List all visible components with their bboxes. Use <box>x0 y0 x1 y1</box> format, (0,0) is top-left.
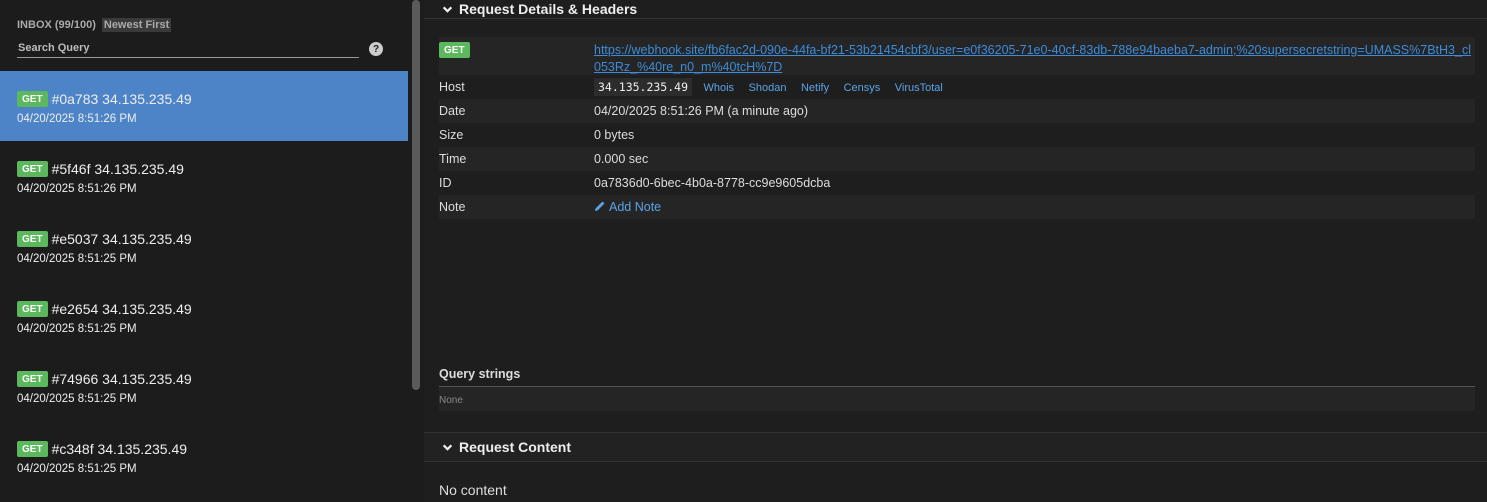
id-row: ID 0a7836d0-6bec-4b0a-8778-cc9e9605dcba <box>439 171 1475 195</box>
sort-order-button[interactable]: Newest First <box>101 18 172 32</box>
content-section-title: Request Content <box>459 439 571 455</box>
request-item[interactable]: GET #5f46f 34.135.235.49 04/20/2025 8:51:… <box>0 141 408 211</box>
censys-link[interactable]: Censys <box>844 82 881 94</box>
query-strings-section: Query strings None <box>439 367 1475 411</box>
host-label: Host <box>439 80 465 94</box>
method-badge: GET <box>17 91 48 107</box>
time-label: Time <box>439 152 467 166</box>
add-note-button[interactable]: Add Note <box>594 200 661 214</box>
request-item[interactable]: GET #c348f 34.135.235.49 04/20/2025 8:51:… <box>0 421 408 491</box>
date-label: Date <box>439 104 466 118</box>
search-row: ? <box>17 40 391 58</box>
note-row: Note Add Note <box>439 195 1475 219</box>
request-time: 04/20/2025 8:51:25 PM <box>17 323 137 335</box>
method-badge: GET <box>17 441 48 457</box>
id-label: ID <box>439 176 452 190</box>
method-badge: GET <box>17 301 48 317</box>
request-url-link[interactable]: https://webhook.site/fb6fac2d-090e-44fa-… <box>594 42 1474 76</box>
query-strings-empty: None <box>439 387 1475 411</box>
time-value: 0.000 sec <box>594 152 649 166</box>
content-section: Request Content No content <box>424 432 1487 498</box>
time-row: Time 0.000 sec <box>439 147 1475 171</box>
url-row: GET https://webhook.site/fb6fac2d-090e-4… <box>439 37 1475 75</box>
request-title: #0a783 34.135.235.49 <box>51 91 192 107</box>
request-list: GET #0a783 34.135.235.49 04/20/2025 8:51:… <box>0 71 408 491</box>
request-time: 04/20/2025 8:51:25 PM <box>17 393 137 405</box>
inbox-count: INBOX (99/100) <box>17 19 96 31</box>
size-value: 0 bytes <box>594 128 635 142</box>
no-content-text: No content <box>439 482 507 498</box>
search-input[interactable] <box>17 40 359 58</box>
request-title: #5f46f 34.135.235.49 <box>51 161 184 177</box>
host-ip: 34.135.235.49 <box>594 78 693 96</box>
details-section-header[interactable]: Request Details & Headers <box>424 0 1487 19</box>
date-value: 04/20/2025 8:51:26 PM (a minute ago) <box>594 104 809 118</box>
size-row: Size 0 bytes <box>439 123 1475 147</box>
method-badge: GET <box>17 231 48 247</box>
request-time: 04/20/2025 8:51:26 PM <box>17 113 137 125</box>
request-item[interactable]: GET #e2654 34.135.235.49 04/20/2025 8:51:… <box>0 281 408 351</box>
method-badge: GET <box>439 42 470 58</box>
request-time: 04/20/2025 8:51:25 PM <box>17 463 137 475</box>
method-badge: GET <box>17 371 48 387</box>
add-note-label: Add Note <box>609 200 662 214</box>
request-title: #e2654 34.135.235.49 <box>51 301 192 317</box>
content-section-header[interactable]: Request Content <box>424 432 1487 462</box>
app-window: INBOX (99/100) Newest First ? GET#0a783 … <box>0 0 1487 502</box>
request-title: #74966 34.135.235.49 <box>51 371 192 387</box>
query-strings-title: Query strings <box>439 367 1475 387</box>
chevron-down-icon <box>442 6 453 13</box>
help-icon[interactable]: ? <box>369 42 383 56</box>
note-label: Note <box>439 200 466 214</box>
method-badge: GET <box>17 161 48 177</box>
sidebar-header: INBOX (99/100) Newest First ? <box>0 0 408 71</box>
request-title: #e5037 34.135.235.49 <box>51 231 192 247</box>
details-section-title: Request Details & Headers <box>459 1 638 17</box>
request-item[interactable]: GET #74966 34.135.235.49 04/20/2025 8:51:… <box>0 351 408 421</box>
request-time: 04/20/2025 8:51:26 PM <box>17 183 137 195</box>
request-time: 04/20/2025 8:51:25 PM <box>17 253 137 265</box>
date-row: Date 04/20/2025 8:51:26 PM (a minute ago… <box>439 99 1475 123</box>
request-sidebar: INBOX (99/100) Newest First ? GET#0a783 … <box>0 0 408 502</box>
request-item[interactable]: GET #e5037 34.135.235.49 04/20/2025 8:51:… <box>0 211 408 281</box>
sidebar-scrollbar[interactable] <box>408 0 424 502</box>
request-item[interactable]: GET #0a783 34.135.235.49 04/20/2025 8:51:… <box>0 71 408 141</box>
pencil-icon <box>595 201 605 211</box>
size-label: Size <box>439 128 464 142</box>
netify-link[interactable]: Netify <box>801 82 829 94</box>
virustotal-link[interactable]: VirusTotal <box>895 82 943 94</box>
id-value: 0a7836d0-6bec-4b0a-8778-cc9e9605dcba <box>594 176 831 190</box>
shodan-link[interactable]: Shodan <box>749 82 787 94</box>
chevron-down-icon <box>442 444 453 451</box>
host-row: Host 34.135.235.49 Whois Shodan Netify C… <box>439 75 1475 99</box>
request-title: #c348f 34.135.235.49 <box>51 441 188 457</box>
inbox-row: INBOX (99/100) Newest First <box>17 18 391 32</box>
request-detail-pane: Request Details & Headers GET https://we… <box>424 0 1487 502</box>
details-table: GET https://webhook.site/fb6fac2d-090e-4… <box>439 37 1475 219</box>
scrollbar-thumb[interactable] <box>412 0 420 390</box>
whois-link[interactable]: Whois <box>704 82 735 94</box>
